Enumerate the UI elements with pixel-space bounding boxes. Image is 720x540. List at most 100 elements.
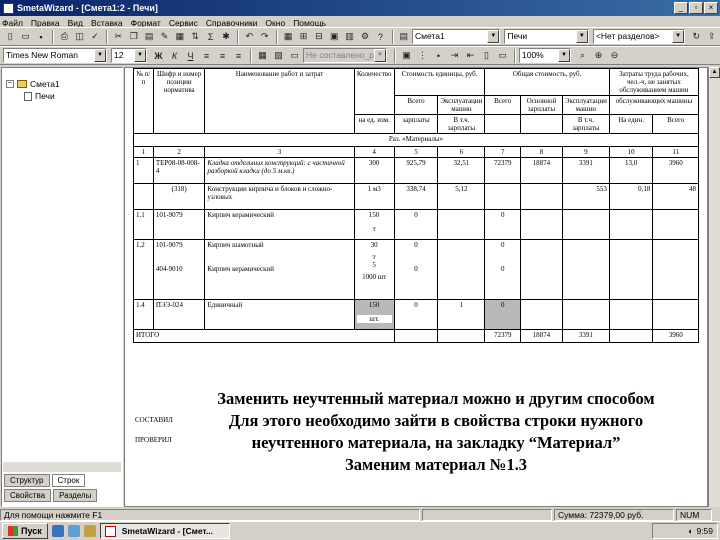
save-icon[interactable]: ▪: [34, 29, 48, 44]
row-cell: [484, 183, 522, 210]
font-size-select[interactable]: 12 ▼: [111, 48, 147, 63]
refresh-icon[interactable]: ↻: [689, 29, 703, 44]
help-icon[interactable]: ?: [373, 29, 387, 44]
table-row[interactable]: 1 ТЕР08-08-008-4 Кладка отдельных констр…: [133, 157, 699, 184]
explorer-icon[interactable]: [83, 525, 96, 537]
desktop-icon[interactable]: [67, 525, 80, 537]
style-select[interactable]: Не составлено_рез ▼: [303, 48, 387, 63]
row-qty-selected[interactable]: 150 шт.: [353, 299, 395, 330]
table-row[interactable]: 1.4 ПЭЭ-024 Единичный 150 шт. 0 1 0: [133, 299, 699, 330]
paste-icon[interactable]: ▤: [142, 29, 156, 44]
window-title: SmetaWizard - [Смета1:2 - Печи]: [17, 3, 158, 13]
section-select-value: <Нет разделов>: [595, 31, 660, 41]
underline-button[interactable]: Ч: [183, 48, 198, 63]
print-icon[interactable]: ⎙: [57, 29, 71, 44]
redo-icon[interactable]: ↷: [258, 29, 272, 44]
sum-icon[interactable]: Σ: [204, 29, 218, 44]
bullets-icon[interactable]: •: [431, 48, 446, 63]
zoom-out-icon[interactable]: ⊖: [607, 48, 622, 63]
preview-icon[interactable]: ◫: [73, 29, 87, 44]
outdent-icon[interactable]: ⇤: [463, 48, 478, 63]
delete-row-icon[interactable]: ⊟: [312, 29, 326, 44]
row-cell: [520, 183, 563, 210]
taskbar-app-button[interactable]: SmetaWizard - [Смет...: [99, 523, 230, 539]
cut-icon[interactable]: ✂: [111, 29, 125, 44]
row-cell-selected[interactable]: 0: [484, 299, 522, 330]
chevron-down-icon[interactable]: ▼: [487, 30, 500, 43]
tools-icon[interactable]: ✱: [219, 29, 233, 44]
tab-sections[interactable]: Разделы: [53, 489, 98, 502]
font-select[interactable]: Times New Roman ▼: [3, 48, 107, 63]
fill-icon[interactable]: ▨: [271, 48, 286, 63]
collapse-icon[interactable]: −: [6, 80, 14, 88]
table-icon[interactable]: ▦: [173, 29, 187, 44]
table-row[interactable]: (318) Конструкции кирпича и блоков и сло…: [133, 183, 699, 210]
open-icon[interactable]: ▭: [18, 29, 32, 44]
tree-item-root[interactable]: − Смета1: [6, 79, 60, 89]
object-select[interactable]: Печи ▼: [504, 29, 589, 44]
bold-button[interactable]: Ж: [151, 48, 166, 63]
table-row[interactable]: 1.1 101-9079 Кирпич керамический 150 т 0 …: [133, 209, 699, 240]
header-sub-mach2: Эксплуатации машин: [561, 95, 610, 115]
chevron-down-icon[interactable]: ▼: [94, 49, 106, 62]
tab-rows[interactable]: Строк: [51, 474, 86, 487]
align-center-icon[interactable]: ≡: [215, 48, 230, 63]
copy-icon[interactable]: ❐: [127, 29, 141, 44]
total-row[interactable]: ИТОГО 72379 18874 3391 3960: [133, 329, 699, 343]
scroll-up-icon[interactable]: ▲: [709, 67, 720, 78]
header-unit: на ед. изм.: [353, 114, 395, 134]
document-vertical-scrollbar[interactable]: ▲: [708, 67, 720, 507]
chevron-down-icon[interactable]: ▼: [672, 30, 685, 43]
header-sub-mach: Эксплуатации машин: [437, 95, 486, 115]
italic-button[interactable]: К: [167, 48, 182, 63]
undo-icon[interactable]: ↶: [242, 29, 256, 44]
spellcheck-icon[interactable]: ✓: [88, 29, 102, 44]
chevron-down-icon[interactable]: ▼: [374, 49, 386, 62]
align-left-icon[interactable]: ≡: [199, 48, 214, 63]
calc-icon[interactable]: ▣: [327, 29, 341, 44]
export-icon[interactable]: ⇪: [704, 29, 718, 44]
tab-structure[interactable]: Структур: [4, 474, 50, 487]
minimize-button[interactable]: _: [674, 2, 688, 14]
settings-icon[interactable]: ⚙: [358, 29, 372, 44]
landscape-icon[interactable]: ▭: [495, 48, 510, 63]
window-icon[interactable]: ▣: [399, 48, 414, 63]
browser-icon[interactable]: [51, 525, 64, 537]
title-bar[interactable]: SmetaWizard - [Смета1:2 - Печи] _ ▫ ×: [0, 0, 720, 16]
format-painter-icon[interactable]: ✎: [157, 29, 171, 44]
chevron-down-icon[interactable]: ▼: [558, 49, 570, 62]
table-row[interactable]: 1.2 101-9079 404-9010 Кирпич шамотный Кирп…: [133, 239, 699, 300]
chevron-down-icon[interactable]: ▼: [575, 30, 588, 43]
row-qty-unit: т: [372, 253, 376, 261]
tab-properties[interactable]: Свойства: [4, 489, 52, 502]
insert-row-icon[interactable]: ⊞: [296, 29, 310, 44]
page-icon[interactable]: ▯: [479, 48, 494, 63]
speaker-icon[interactable]: ◖: [687, 526, 692, 536]
section-select[interactable]: <Нет разделов> ▼: [592, 29, 686, 44]
header-sub-per-unit: На един.: [608, 114, 654, 134]
chevron-down-icon[interactable]: ▼: [134, 49, 146, 62]
new-icon[interactable]: ▯: [3, 29, 17, 44]
start-button[interactable]: Пуск: [2, 523, 48, 539]
merge-icon[interactable]: ▭: [287, 48, 302, 63]
grid-icon[interactable]: ▦: [281, 29, 295, 44]
row-num: 1: [133, 157, 154, 184]
indent-icon[interactable]: ⇥: [447, 48, 462, 63]
smeta-select[interactable]: Смета1 ▼: [412, 29, 501, 44]
numbering-icon[interactable]: ⋮: [415, 48, 430, 63]
align-right-icon[interactable]: ≡: [231, 48, 246, 63]
zoom-select[interactable]: 100% ▼: [519, 48, 571, 63]
sort-icon[interactable]: ⇅: [188, 29, 202, 44]
row-cell: 48: [652, 183, 699, 210]
tree-item-child[interactable]: Печи: [24, 91, 55, 101]
borders-icon[interactable]: ▦: [255, 48, 270, 63]
maximize-button[interactable]: ▫: [689, 2, 703, 14]
chart-icon[interactable]: ▥: [343, 29, 357, 44]
tree-horizontal-scrollbar[interactable]: [3, 461, 121, 472]
zoom-value: 100%: [522, 50, 544, 60]
zoom-in-icon[interactable]: ⊕: [591, 48, 606, 63]
search-icon[interactable]: ⌕: [575, 48, 590, 63]
header-labor: Затраты труда рабочих, чел.-ч, не заняты…: [608, 68, 700, 96]
section-row[interactable]: Раз. «Материалы»: [133, 133, 699, 147]
close-button[interactable]: ×: [704, 2, 718, 14]
